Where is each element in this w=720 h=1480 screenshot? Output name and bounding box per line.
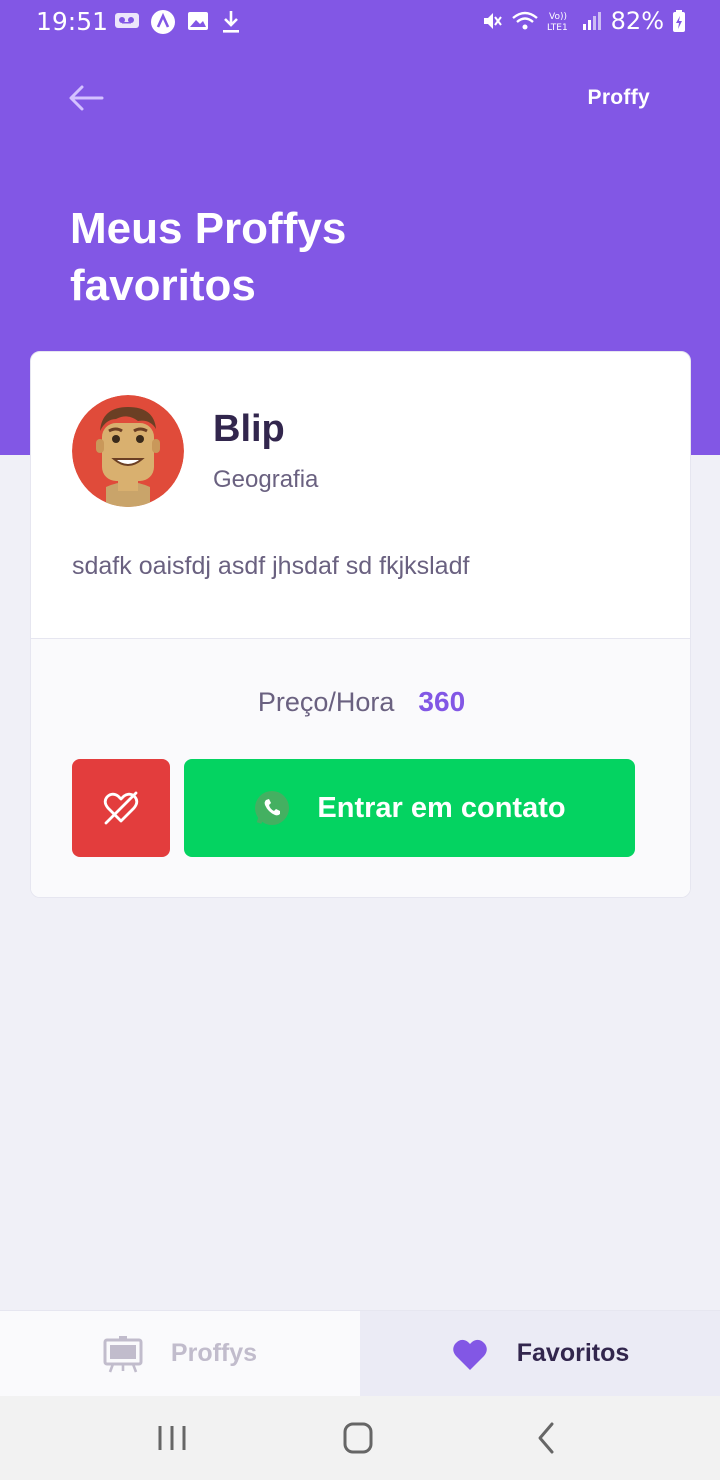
avatar bbox=[72, 395, 184, 507]
tab-favoritos-label: Favoritos bbox=[516, 1339, 630, 1367]
gallery-icon bbox=[188, 12, 208, 30]
heart-icon bbox=[452, 1339, 487, 1370]
status-time: 19:51 bbox=[36, 7, 109, 36]
battery-percentage: 82% bbox=[610, 7, 664, 35]
system-back-button[interactable] bbox=[524, 1418, 568, 1458]
teacher-name: Blip bbox=[213, 408, 285, 450]
app-notification-icon bbox=[151, 10, 175, 34]
card-footer: Preço/Hora 360 Entrar em contato bbox=[31, 638, 690, 897]
whatsapp-icon bbox=[255, 791, 290, 825]
volte-icon: Vo))LTE1 bbox=[547, 12, 568, 33]
svg-text:Vo)): Vo)) bbox=[549, 12, 567, 22]
page-title: Meus Proffys favoritos bbox=[70, 204, 347, 310]
voicemail-icon bbox=[115, 13, 139, 28]
tab-proffys-label: Proffys bbox=[170, 1339, 258, 1367]
svg-text:LTE1: LTE1 bbox=[547, 23, 568, 33]
battery-icon bbox=[673, 10, 685, 32]
mute-icon bbox=[483, 13, 502, 29]
teacher-bio: sdafk oaisfdj asdf jhsdaf sd fkjksladf bbox=[72, 552, 470, 580]
arrow-left-icon bbox=[69, 85, 104, 111]
recents-button[interactable] bbox=[150, 1418, 194, 1458]
teacher-subject: Geografia bbox=[213, 466, 319, 493]
back-icon bbox=[538, 1422, 554, 1454]
tab-proffys[interactable]: Proffys bbox=[0, 1311, 360, 1396]
bottom-tab-bar: Proffys Favoritos bbox=[0, 1310, 720, 1396]
price-label: Preço/Hora bbox=[257, 687, 395, 717]
notification-icons bbox=[114, 9, 242, 35]
proffy-logo: Proffy bbox=[587, 86, 650, 109]
teacher-card: Blip Geografia sdafk oaisfdj asdf jhsdaf… bbox=[30, 351, 691, 898]
home-button[interactable] bbox=[336, 1418, 380, 1458]
download-icon bbox=[223, 11, 239, 33]
signal-icon bbox=[582, 12, 601, 30]
contact-button[interactable]: Entrar em contato bbox=[184, 759, 635, 857]
status-indicators: Vo)) LTE1 82% bbox=[481, 7, 686, 35]
recents-icon bbox=[158, 1426, 186, 1450]
easel-icon bbox=[103, 1335, 143, 1372]
tab-favoritos[interactable]: Favoritos bbox=[360, 1311, 720, 1396]
price-value: 360 bbox=[418, 686, 466, 717]
home-icon bbox=[343, 1422, 373, 1454]
unfavorite-button[interactable] bbox=[72, 759, 170, 857]
contact-label: Entrar em contato bbox=[317, 791, 566, 824]
status-bar: 19:51 Vo)) LTE1 82% bbox=[0, 0, 720, 44]
system-navigation-bar bbox=[0, 1396, 720, 1480]
back-button[interactable] bbox=[66, 80, 106, 116]
price-row: Preço/Hora 360 bbox=[31, 686, 690, 718]
heart-outline-crossed-icon bbox=[103, 791, 139, 825]
wifi-icon bbox=[511, 11, 538, 30]
